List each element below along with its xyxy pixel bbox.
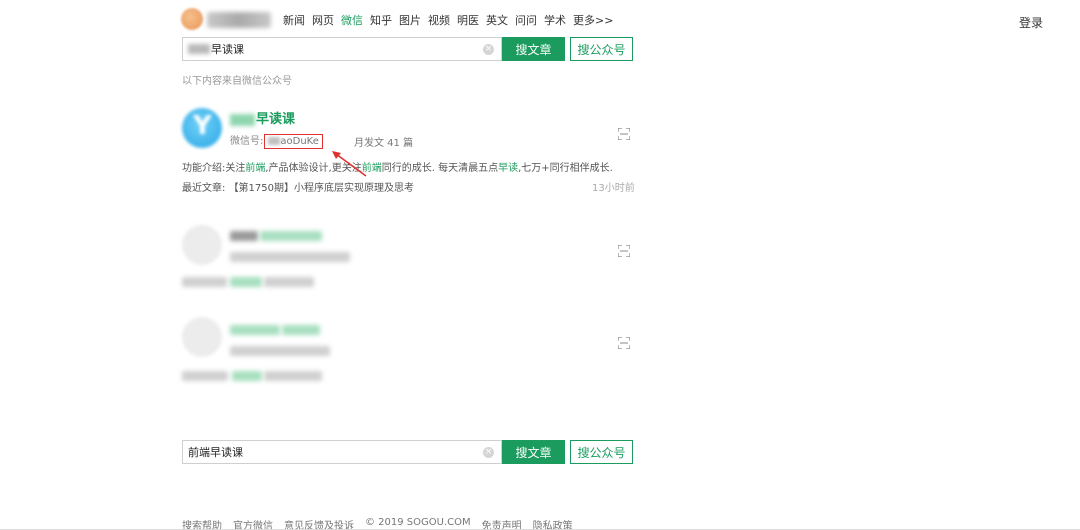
result-item-blurred	[182, 317, 633, 387]
blurred-query-prefix	[188, 44, 210, 54]
time-ago: 13小时前	[592, 183, 635, 194]
nav-item-wenwen[interactable]: 问问	[515, 12, 537, 28]
monthly-posts: 月发文 41 篇	[354, 138, 414, 149]
blurred-name-prefix	[230, 113, 255, 126]
nav-item-more[interactable]: 更多>>	[573, 12, 613, 28]
recent-article-line: 最近文章: 【第1750期】小程序底层实现原理及思考	[182, 183, 415, 194]
search-input-wrapper[interactable]: 早读课 ×	[182, 37, 502, 61]
search-input-wrapper[interactable]: ×	[182, 440, 502, 464]
top-nav: 新闻 网页 微信 知乎 图片 视频 明医 英文 问问 学术 更多>>	[283, 12, 613, 28]
avatar-placeholder-icon[interactable]	[182, 225, 222, 265]
red-arrow-annotation	[332, 151, 367, 177]
clear-icon[interactable]: ×	[483, 447, 494, 458]
search-articles-button[interactable]: 搜文章	[502, 37, 565, 61]
nav-item-video[interactable]: 视频	[428, 12, 450, 28]
result-item-blurred	[182, 225, 633, 295]
search-accounts-button[interactable]: 搜公众号	[570, 440, 633, 464]
login-link[interactable]: 登录	[1019, 14, 1043, 31]
account-avatar[interactable]	[182, 108, 222, 148]
nav-item-news[interactable]: 新闻	[283, 12, 305, 28]
avatar-placeholder-icon[interactable]	[182, 317, 222, 357]
result-item: 早读课 微信号:aoDuKe 月发文 41 篇 功能介绍:关注前端,产品体验设计…	[182, 108, 635, 198]
nav-item-zhihu[interactable]: 知乎	[370, 12, 392, 28]
nav-item-scholar[interactable]: 学术	[544, 12, 566, 28]
account-name[interactable]: 早读课	[230, 108, 295, 127]
qr-code-icon[interactable]	[618, 128, 630, 140]
account-id-line: 微信号: aoDuKe	[230, 132, 323, 149]
search-articles-button[interactable]: 搜文章	[502, 440, 565, 464]
nav-item-web[interactable]: 网页	[312, 12, 334, 28]
account-intro: 功能介绍:关注前端,产品体验设计,更关注前端同行的成长. 每天清晨五点早读,七万…	[182, 163, 613, 174]
qr-code-icon[interactable]	[618, 245, 630, 257]
search-input-bottom[interactable]	[188, 445, 478, 459]
account-id-highlight: aoDuKe	[264, 134, 323, 149]
logo-icon	[181, 8, 203, 30]
sogou-logo[interactable]	[181, 8, 273, 30]
search-bar-bottom: × 搜文章 搜公众号	[182, 440, 633, 464]
nav-item-mingyi[interactable]: 明医	[457, 12, 479, 28]
source-note: 以下内容来自微信公众号	[182, 76, 292, 87]
recent-article-link[interactable]: 【第1750期】小程序底层实现原理及思考	[229, 183, 414, 194]
nav-item-images[interactable]: 图片	[399, 12, 421, 28]
clear-icon[interactable]: ×	[483, 44, 494, 55]
search-bar-top: 早读课 × 搜文章 搜公众号	[182, 37, 633, 61]
logo-text-blurred	[207, 12, 271, 28]
nav-item-weixin[interactable]: 微信	[341, 12, 363, 28]
search-input-top[interactable]: 早读课	[211, 41, 244, 57]
nav-item-english[interactable]: 英文	[486, 12, 508, 28]
search-accounts-button[interactable]: 搜公众号	[570, 37, 633, 61]
qr-code-icon[interactable]	[618, 337, 630, 349]
